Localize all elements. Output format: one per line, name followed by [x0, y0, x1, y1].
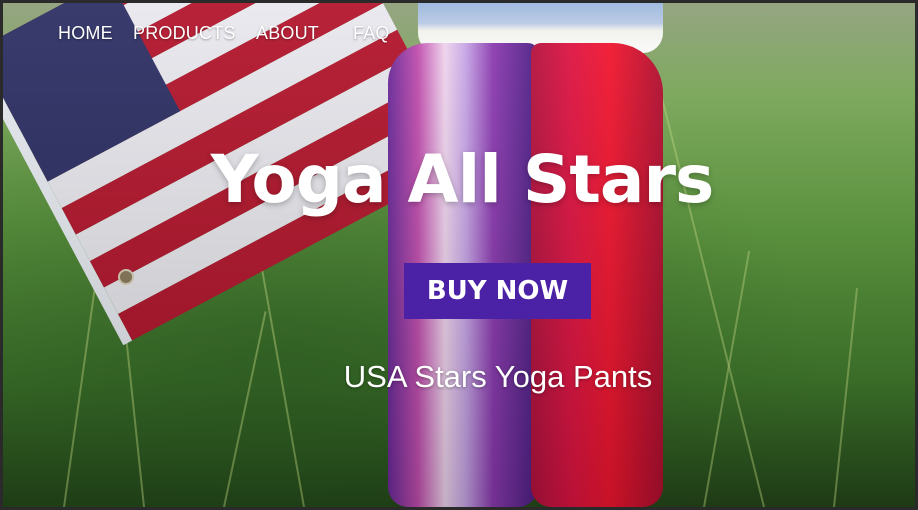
hero-title: Yoga All Stars: [210, 141, 715, 218]
hero-banner: HOME PRODUCTS ABOUT FAQ Yoga All Stars B…: [3, 3, 915, 507]
hero-subtitle: USA Stars Yoga Pants: [343, 359, 653, 394]
nav-home-link[interactable]: HOME: [58, 23, 113, 44]
nav-about-link[interactable]: ABOUT: [256, 23, 319, 44]
buy-now-button[interactable]: BUY NOW: [404, 263, 591, 319]
hero-background-image: [3, 3, 915, 507]
top-navigation: HOME PRODUCTS ABOUT FAQ: [3, 3, 915, 63]
nav-products-link[interactable]: PRODUCTS: [133, 23, 236, 44]
nav-faq-link[interactable]: FAQ: [353, 23, 390, 44]
